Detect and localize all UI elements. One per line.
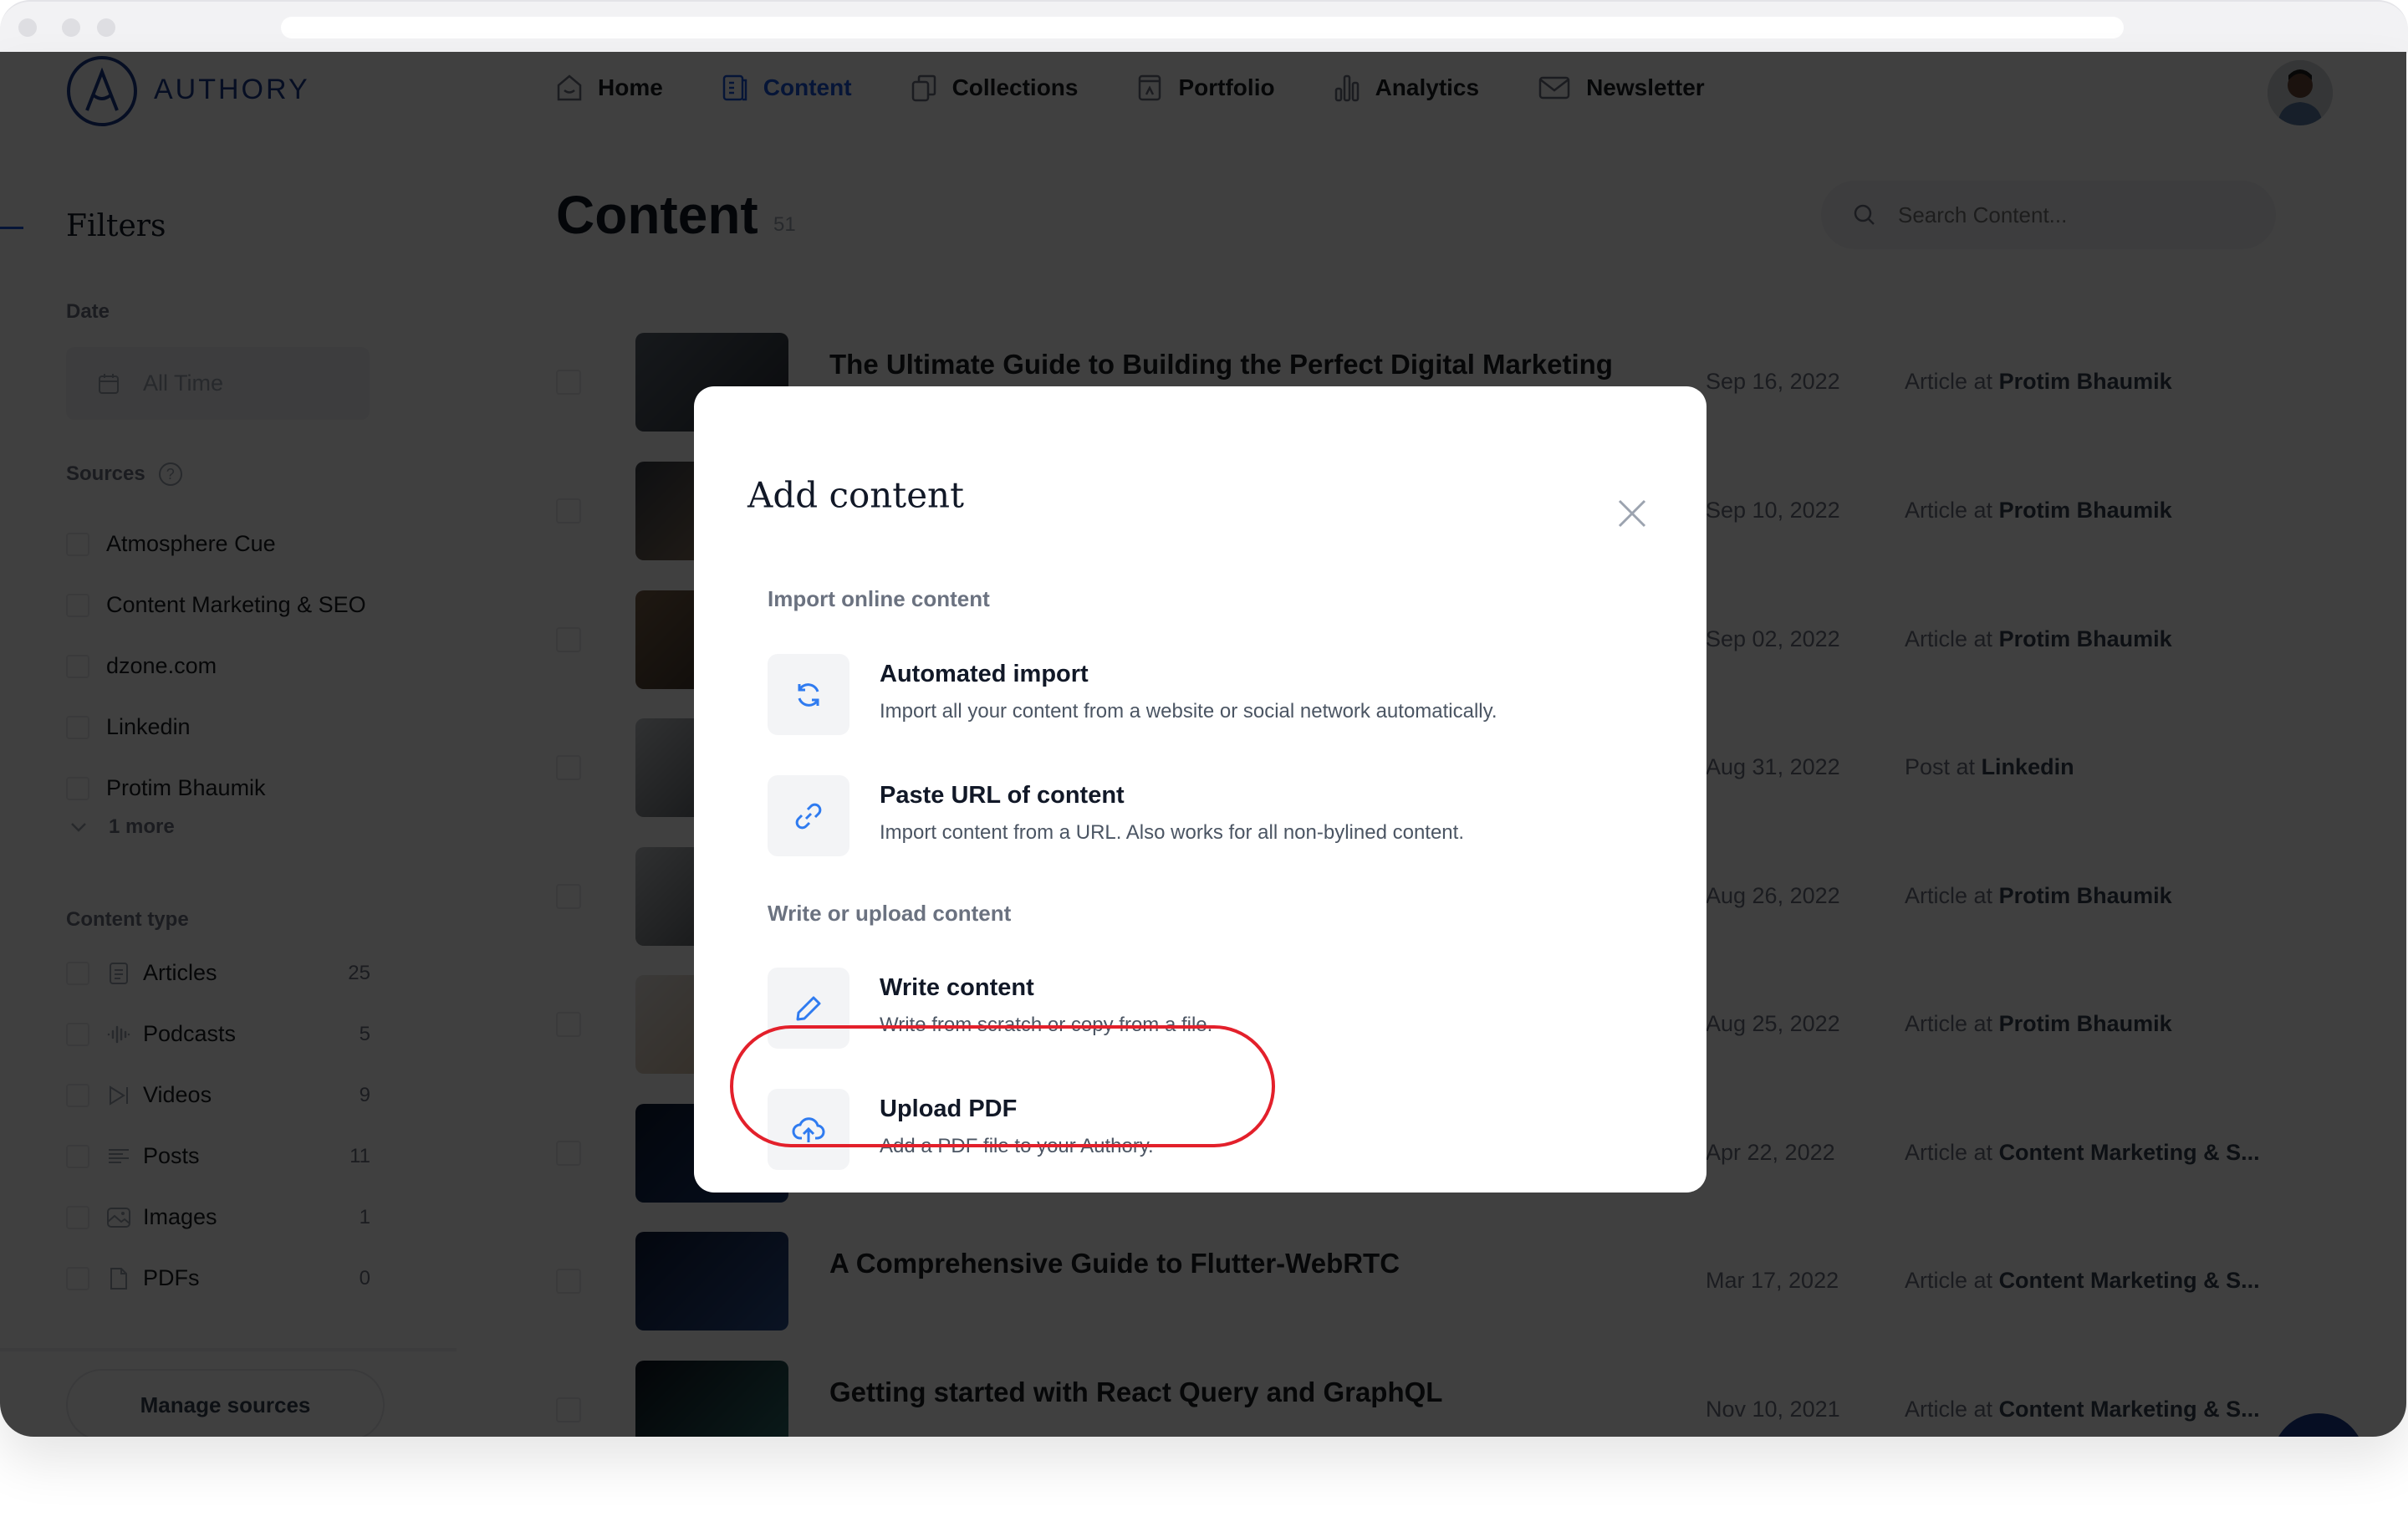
app-window: AUTHORY Home Content Collections Portfol… <box>0 52 2406 1437</box>
option-description: Import all your content from a website o… <box>880 700 1497 723</box>
window-minimize-dot[interactable] <box>62 18 80 37</box>
option-title: Paste URL of content <box>880 782 1125 809</box>
option-icon-box <box>768 775 849 856</box>
option-title: Automated import <box>880 661 1089 687</box>
close-icon[interactable] <box>1617 498 1647 529</box>
section-write-label: Write or upload content <box>768 901 1012 926</box>
option-title: Write content <box>880 974 1034 1001</box>
address-bar[interactable] <box>281 17 2124 38</box>
add-content-modal: Add content Import online content Automa… <box>694 386 1707 1193</box>
upload-pdf-highlight <box>730 1025 1275 1147</box>
option-description: Import content from a URL. Also works fo… <box>880 821 1464 844</box>
browser-chrome <box>0 0 2408 54</box>
sync-icon <box>798 682 819 707</box>
section-import-label: Import online content <box>768 586 990 611</box>
option-icon-box <box>768 654 849 735</box>
option-automated-import[interactable]: Automated import Import all your content… <box>768 654 1497 735</box>
link-icon <box>795 803 822 829</box>
option-paste-url[interactable]: Paste URL of content Import content from… <box>768 775 1464 856</box>
modal-title: Add content <box>747 474 964 516</box>
window-close-dot[interactable] <box>18 18 37 37</box>
window-maximize-dot[interactable] <box>97 18 115 37</box>
pencil-icon <box>796 996 821 1020</box>
